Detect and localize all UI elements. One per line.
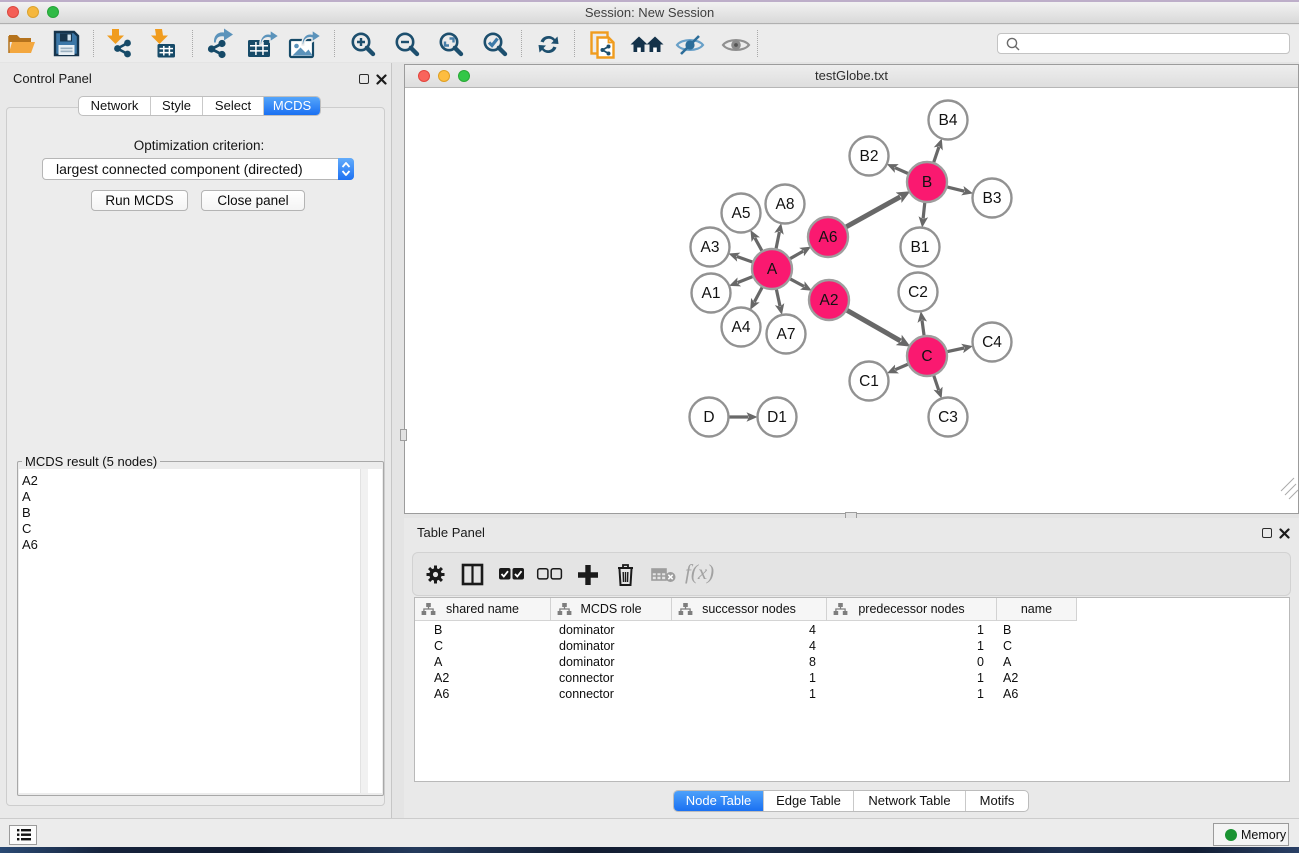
svg-text:B: B	[922, 174, 932, 191]
svg-text:A4: A4	[732, 319, 751, 336]
svg-text:A1: A1	[702, 285, 721, 302]
svg-text:C3: C3	[938, 409, 958, 426]
svg-text:C2: C2	[908, 284, 928, 301]
svg-text:B3: B3	[983, 190, 1002, 207]
svg-text:A5: A5	[732, 205, 751, 222]
svg-text:B1: B1	[911, 239, 930, 256]
svg-text:D1: D1	[767, 409, 787, 426]
svg-text:B4: B4	[939, 112, 958, 129]
svg-text:A7: A7	[777, 326, 796, 343]
svg-text:A3: A3	[701, 239, 720, 256]
svg-text:D: D	[703, 409, 714, 426]
svg-text:C1: C1	[859, 373, 879, 390]
svg-text:C: C	[921, 348, 932, 365]
svg-text:A6: A6	[819, 229, 838, 246]
svg-text:B2: B2	[860, 148, 879, 165]
svg-text:A: A	[767, 261, 778, 278]
svg-text:A2: A2	[820, 292, 839, 309]
svg-text:A8: A8	[776, 196, 795, 213]
svg-text:C4: C4	[982, 334, 1002, 351]
